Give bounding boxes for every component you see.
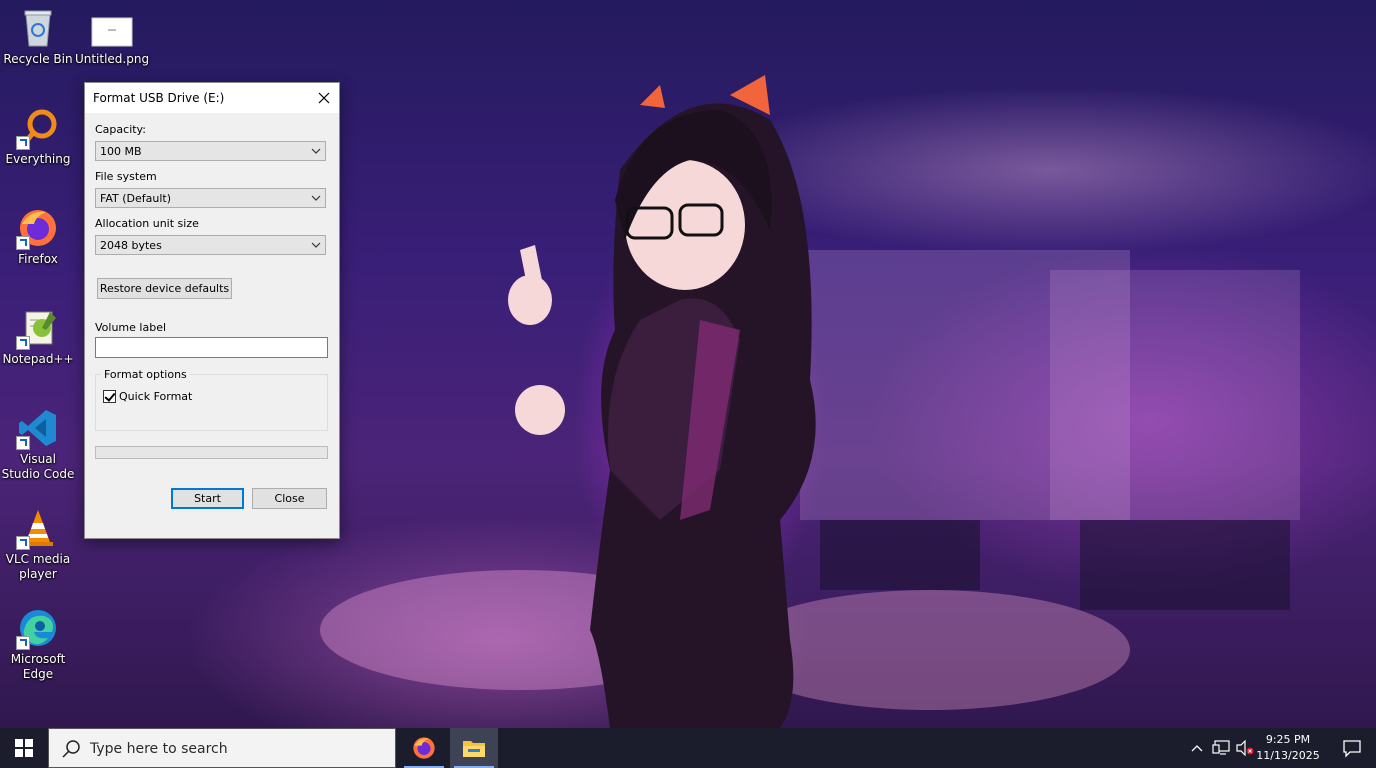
firefox-icon [16,206,60,250]
shortcut-arrow-icon [16,136,30,150]
taskbar: Type here to search 9:25 PM 11/13/2025 [0,728,1376,768]
desktop-icon-label: Recycle Bin [3,52,73,66]
format-progress-bar [95,446,328,459]
clock-date: 11/13/2025 [1256,749,1320,762]
allocation-value: 2048 bytes [100,239,162,252]
taskbar-file-explorer[interactable] [450,728,498,768]
desktop-icon-label: Notepad++ [2,352,74,366]
show-hidden-icons-button[interactable] [1188,728,1206,768]
vscode-icon [16,406,60,450]
clock-time: 9:25 PM [1265,733,1311,746]
desktop-icon-label: Firefox [18,252,58,266]
shortcut-arrow-icon [16,636,30,650]
format-dialog: Format USB Drive (E:) Capacity: 100 MB F… [84,82,340,539]
desktop-icon-firefox[interactable]: Firefox [0,206,76,267]
close-button[interactable]: Close [252,488,327,509]
allocation-label: Allocation unit size [95,217,199,230]
shortcut-arrow-icon [16,236,30,250]
volume-muted-icon [1236,740,1254,756]
quick-format-label[interactable]: Quick Format [119,390,192,403]
restore-defaults-button[interactable]: Restore device defaults [97,278,232,299]
volume-tray-button[interactable] [1234,728,1256,768]
chevron-up-icon [1191,745,1203,752]
dialog-titlebar[interactable]: Format USB Drive (E:) [85,83,339,113]
desktop-icon-label: Visual Studio Code [1,452,75,481]
capacity-label: Capacity: [95,123,146,136]
desktop-icon-everything[interactable]: Everything [0,106,76,167]
desktop-icon-vlc[interactable]: VLC media player [0,506,76,582]
action-center-button[interactable] [1342,738,1362,758]
chevron-down-icon [311,242,321,248]
allocation-dropdown[interactable]: 2048 bytes [95,235,326,255]
volume-label-caption: Volume label [95,321,167,334]
taskbar-search-box[interactable]: Type here to search [48,728,396,768]
everything-search-icon [16,106,60,150]
edge-icon [16,606,60,650]
desktop-icon-untitled-png[interactable]: Untitled.png [74,14,150,67]
desktop-icon-notepad-plus-plus[interactable]: Notepad++ [0,306,76,367]
shortcut-arrow-icon [16,536,30,550]
desktop-icon-label: Untitled.png [74,52,150,66]
firefox-icon [413,737,435,759]
search-icon [62,740,80,758]
network-icon [1212,740,1230,755]
desktop-icon-microsoft-edge[interactable]: Microsoft Edge [0,606,76,682]
capacity-dropdown[interactable]: 100 MB [95,141,326,161]
notification-icon [1343,740,1361,758]
notepad-plus-plus-icon [16,306,60,350]
windows-logo-icon [15,739,33,757]
chevron-down-icon [311,148,321,154]
shortcut-arrow-icon [16,436,30,450]
dialog-title: Format USB Drive (E:) [93,91,225,105]
start-button[interactable]: Start [171,488,244,509]
shortcut-arrow-icon [16,336,30,350]
taskbar-firefox[interactable] [400,728,448,768]
quick-format-checkbox[interactable] [103,390,116,403]
format-options-label: Format options [101,368,190,381]
network-tray-button[interactable] [1210,728,1232,768]
desktop-icon-label: Everything [5,152,71,166]
volume-label-input[interactable] [95,337,328,358]
recycle-bin-icon [16,6,60,50]
start-menu-button[interactable] [0,728,48,768]
filesystem-dropdown[interactable]: FAT (Default) [95,188,326,208]
search-placeholder: Type here to search [90,741,228,757]
filesystem-value: FAT (Default) [100,192,171,205]
folder-icon [463,741,485,757]
image-file-icon [90,14,134,50]
close-icon [318,92,330,104]
taskbar-clock[interactable]: 9:25 PM 11/13/2025 [1256,732,1320,764]
chevron-down-icon [311,195,321,201]
vlc-cone-icon [16,506,60,550]
desktop-icon-recycle-bin[interactable]: Recycle Bin [0,6,76,67]
dialog-close-button[interactable] [309,83,339,113]
desktop-icon-label: VLC media player [5,552,71,581]
capacity-value: 100 MB [100,145,142,158]
filesystem-label: File system [95,170,157,183]
desktop-icon-visual-studio-code[interactable]: Visual Studio Code [0,406,76,482]
desktop-icon-label: Microsoft Edge [10,652,66,681]
